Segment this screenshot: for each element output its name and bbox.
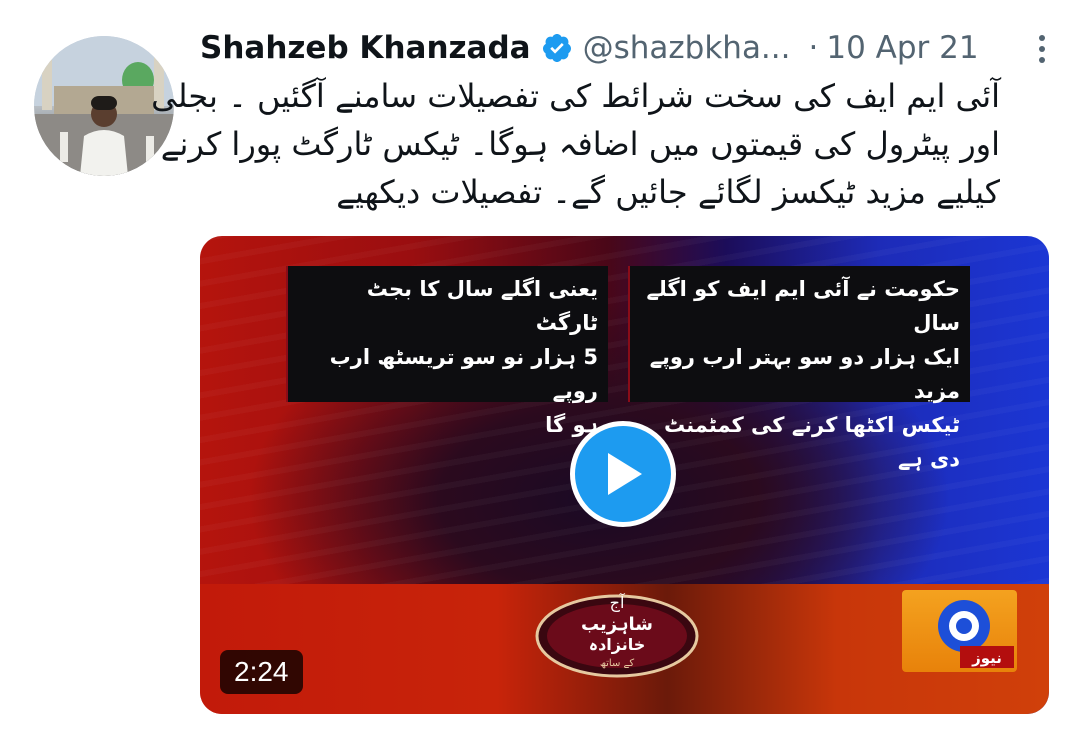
verified-badge-icon xyxy=(542,34,571,62)
author-handle[interactable]: @shazbkha... xyxy=(583,30,791,66)
show-logo-line: آج xyxy=(610,593,626,613)
play-icon xyxy=(608,453,642,495)
caption-line: ٹیکس اکٹھا کرنے کی کمٹمنٹ دی ہے xyxy=(664,413,960,471)
show-logo-line: شاہزیب xyxy=(581,614,653,635)
separator-dot: · xyxy=(808,30,819,66)
caption-line: 5 ہزار نو سو تریسٹھ ارب روپے xyxy=(329,345,598,403)
tweet-text-line: آئی ایم ایف کی سخت شرائط کی تفصیلات سامن… xyxy=(151,77,1000,115)
channel-logo-text: نیوز xyxy=(971,649,1002,667)
play-button[interactable] xyxy=(570,421,676,527)
tweet-text: آئی ایم ایف کی سخت شرائط کی تفصیلات سامن… xyxy=(151,72,1000,216)
show-logo-line: کے ساتھ xyxy=(600,658,635,669)
caption-line: ایک ہزار دو سو بہتر ارب روپے مزید xyxy=(649,345,960,403)
caption-line: حکومت نے آئی ایم ایف کو اگلے سال xyxy=(646,277,960,335)
caption-line: ہو گا xyxy=(545,413,598,437)
video-player[interactable]: یعنی اگلے سال کا بجٹ ٹارگٹ 5 ہزار نو سو … xyxy=(200,236,1049,714)
show-logo: آج شاہزیب خانزادہ کے ساتھ xyxy=(535,593,699,678)
tweet-text-line: کیلیے مزید ٹیکسز لگائے جائیں گے۔ تفصیلات… xyxy=(336,173,1000,211)
more-options-icon[interactable] xyxy=(1027,32,1057,66)
video-caption-panel-right: حکومت نے آئی ایم ایف کو اگلے سال ایک ہزا… xyxy=(628,266,970,471)
video-duration: 2:24 xyxy=(220,650,303,694)
tweet-text-line: اور پیٹرول کی قیمتوں میں اضافہ ہوگا۔ ٹیک… xyxy=(160,125,1000,163)
tweet-date[interactable]: 10 Apr 21 xyxy=(826,30,978,66)
video-caption-panel-left: یعنی اگلے سال کا بجٹ ٹارگٹ 5 ہزار نو سو … xyxy=(286,266,608,437)
caption-line: یعنی اگلے سال کا بجٹ ٹارگٹ xyxy=(366,277,598,335)
channel-logo: نیوز xyxy=(902,590,1017,672)
tweet-header: Shahzeb Khanzada @shazbkha... · 10 Apr 2… xyxy=(200,26,1059,70)
show-logo-line: خانزادہ xyxy=(589,635,646,654)
author-name[interactable]: Shahzeb Khanzada xyxy=(200,30,531,66)
